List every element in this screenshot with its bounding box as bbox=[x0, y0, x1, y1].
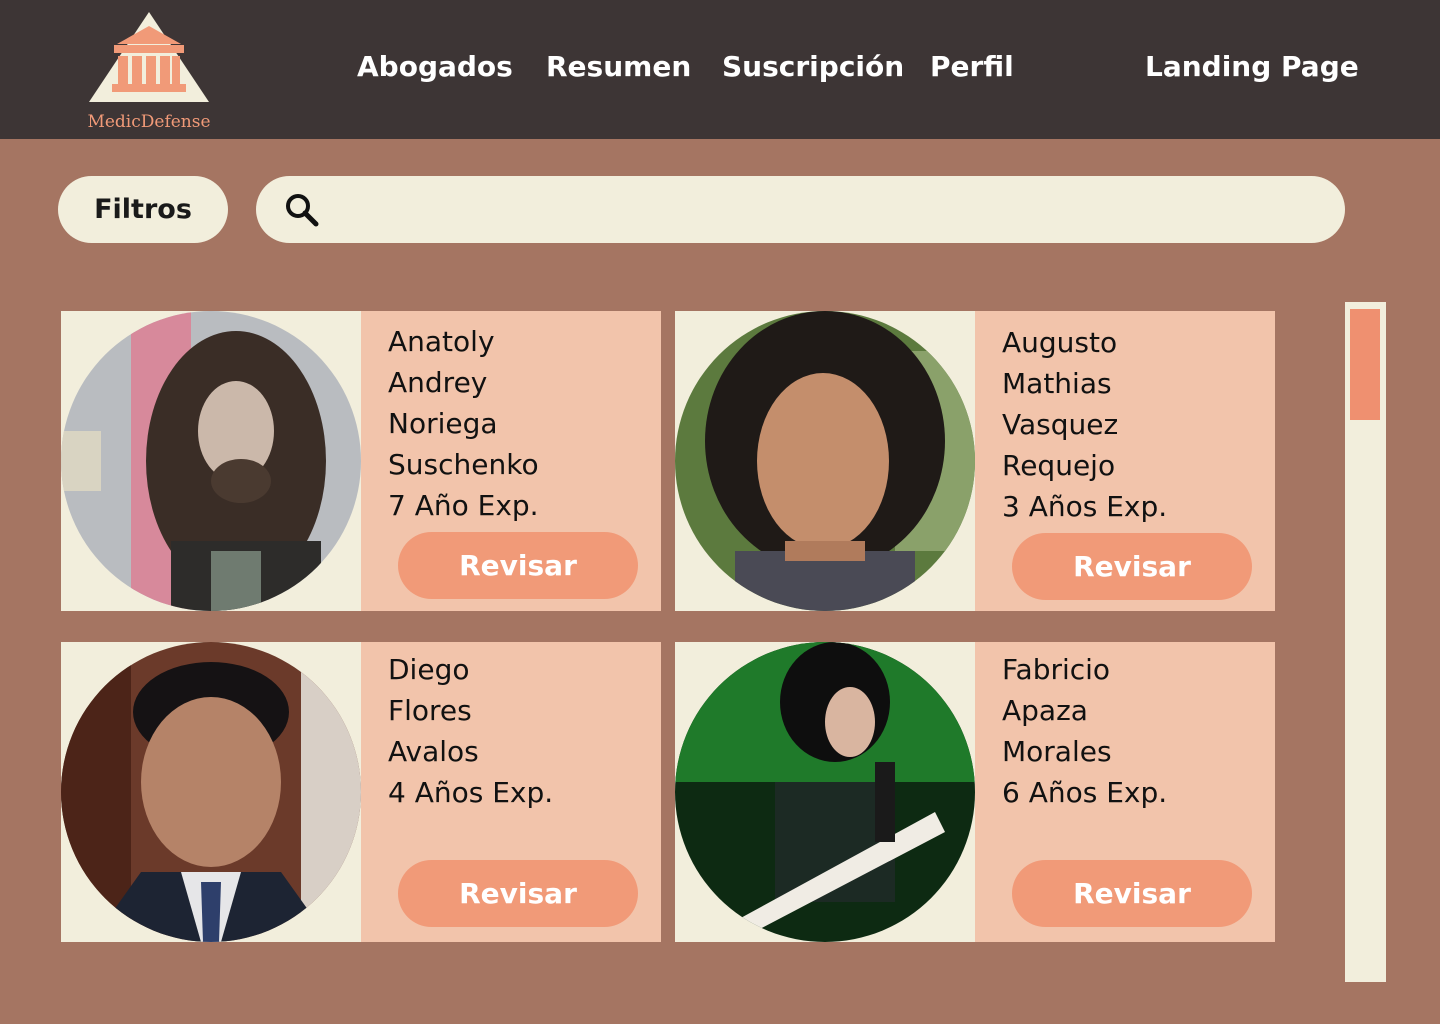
lawyer-experience: 3 Años Exp. bbox=[1002, 490, 1168, 523]
courthouse-icon bbox=[89, 12, 209, 102]
review-button[interactable]: Revisar bbox=[398, 532, 638, 599]
lawyer-name-line: Anatoly bbox=[388, 325, 495, 358]
lawyer-card: Diego Flores Avalos 4 Años Exp. Revisar bbox=[61, 642, 661, 942]
lawyer-card: Anatoly Andrey Noriega Suschenko 7 Año E… bbox=[61, 311, 661, 611]
scrollbar-track[interactable] bbox=[1345, 302, 1386, 982]
nav-perfil[interactable]: Perfil bbox=[930, 50, 1014, 83]
lawyer-info: Augusto Mathias Vasquez Requejo 3 Años E… bbox=[975, 311, 1275, 611]
nav-resumen[interactable]: Resumen bbox=[546, 50, 691, 83]
lawyer-name-line: Morales bbox=[1002, 735, 1112, 768]
lawyer-name-line: Noriega bbox=[388, 407, 498, 440]
logo-text: MedicDefense bbox=[87, 112, 211, 132]
lawyer-name-line: Augusto bbox=[1002, 326, 1118, 359]
review-button[interactable]: Revisar bbox=[1012, 860, 1252, 927]
lawyer-name-line: Vasquez bbox=[1002, 408, 1119, 441]
search-icon bbox=[286, 194, 319, 227]
lawyer-name-line: Mathias bbox=[1002, 367, 1112, 400]
lawyer-info: Anatoly Andrey Noriega Suschenko 7 Año E… bbox=[361, 311, 661, 611]
logo[interactable]: MedicDefense bbox=[86, 10, 212, 136]
lawyer-photo bbox=[675, 642, 975, 942]
top-navbar: MedicDefense Abogados Resumen Suscripció… bbox=[0, 0, 1440, 139]
filters-button[interactable]: Filtros bbox=[58, 176, 228, 243]
lawyer-name-line: Requejo bbox=[1002, 449, 1116, 482]
lawyer-card: Fabricio Apaza Morales 6 Años Exp. Revis… bbox=[675, 642, 1275, 942]
lawyer-name-line: Avalos bbox=[388, 735, 479, 768]
lawyer-experience: 6 Años Exp. bbox=[1002, 776, 1168, 809]
search-input[interactable] bbox=[336, 186, 1316, 233]
lawyer-experience: 7 Año Exp. bbox=[388, 489, 539, 522]
lawyer-info: Fabricio Apaza Morales 6 Años Exp. Revis… bbox=[975, 642, 1275, 942]
review-button[interactable]: Revisar bbox=[1012, 533, 1252, 600]
lawyer-card: Augusto Mathias Vasquez Requejo 3 Años E… bbox=[675, 311, 1275, 611]
scrollbar-thumb[interactable] bbox=[1350, 309, 1380, 420]
lawyer-name-line: Fabricio bbox=[1002, 653, 1111, 686]
search-bar[interactable] bbox=[256, 176, 1345, 243]
review-button[interactable]: Revisar bbox=[398, 860, 638, 927]
lawyer-photo bbox=[61, 642, 361, 942]
lawyer-experience: 4 Años Exp. bbox=[388, 776, 554, 809]
nav-abogados[interactable]: Abogados bbox=[357, 50, 513, 83]
lawyer-name-line: Diego bbox=[388, 653, 470, 686]
nav-suscripcion[interactable]: Suscripción bbox=[722, 50, 904, 83]
lawyer-info: Diego Flores Avalos 4 Años Exp. Revisar bbox=[361, 642, 661, 942]
lawyer-name-line: Suschenko bbox=[388, 448, 539, 481]
nav-landing-page[interactable]: Landing Page bbox=[1145, 50, 1359, 83]
lawyer-photo bbox=[675, 311, 975, 611]
lawyer-name-line: Flores bbox=[388, 694, 472, 727]
lawyer-photo bbox=[61, 311, 361, 611]
lawyer-name-line: Apaza bbox=[1002, 694, 1088, 727]
lawyer-name-line: Andrey bbox=[388, 366, 488, 399]
